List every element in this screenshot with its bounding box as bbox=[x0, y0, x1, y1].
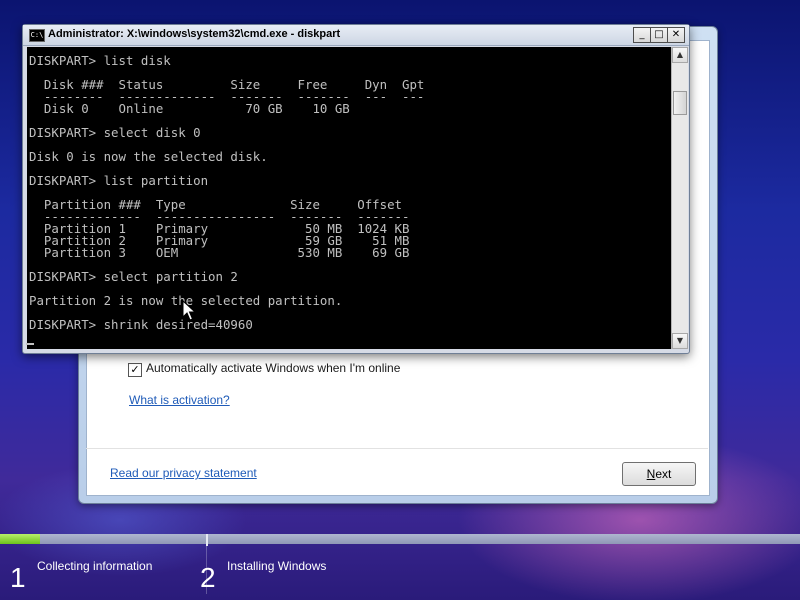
step-2-label: Installing Windows bbox=[227, 559, 327, 573]
setup-progress-fill bbox=[0, 534, 40, 544]
scroll-down-arrow-icon[interactable]: ▼ bbox=[672, 333, 688, 349]
auto-activate-checkbox[interactable]: ✓ bbox=[128, 363, 142, 377]
cmd-console[interactable]: DISKPART> list disk Disk ### Status Size… bbox=[27, 47, 671, 349]
what-is-activation-link[interactable]: What is activation? bbox=[129, 393, 230, 407]
step-1-label: Collecting information bbox=[37, 559, 153, 573]
next-button[interactable]: Next bbox=[622, 462, 696, 486]
cmd-titlebar[interactable]: C:\ Administrator: X:\windows\system32\c… bbox=[23, 25, 689, 46]
step-2-number: 2 bbox=[200, 562, 216, 593]
mouse-pointer-icon bbox=[182, 300, 196, 321]
auto-activate-label: Automatically activate Windows when I'm … bbox=[146, 361, 401, 375]
cmd-window-title: Administrator: X:\windows\system32\cmd.e… bbox=[48, 28, 341, 40]
console-output: DISKPART> list disk Disk ### Status Size… bbox=[29, 53, 425, 332]
cmd-window: C:\ Administrator: X:\windows\system32\c… bbox=[22, 24, 690, 354]
privacy-statement-link[interactable]: Read our privacy statement bbox=[110, 466, 257, 480]
console-scrollbar[interactable]: ▲ ▼ bbox=[671, 47, 688, 349]
cmd-app-icon: C:\ bbox=[29, 29, 45, 42]
close-button[interactable]: ✕ bbox=[667, 27, 685, 43]
maximize-button[interactable]: □ bbox=[650, 27, 668, 43]
minimize-button[interactable]: _ bbox=[633, 27, 651, 43]
console-cursor bbox=[26, 343, 34, 345]
scroll-up-arrow-icon[interactable]: ▲ bbox=[672, 47, 688, 63]
setup-progress-track bbox=[0, 534, 800, 544]
scroll-thumb[interactable] bbox=[673, 91, 687, 115]
setup-divider bbox=[86, 448, 708, 449]
next-button-label: ext bbox=[655, 467, 672, 481]
step-1-number: 1 bbox=[10, 562, 26, 593]
